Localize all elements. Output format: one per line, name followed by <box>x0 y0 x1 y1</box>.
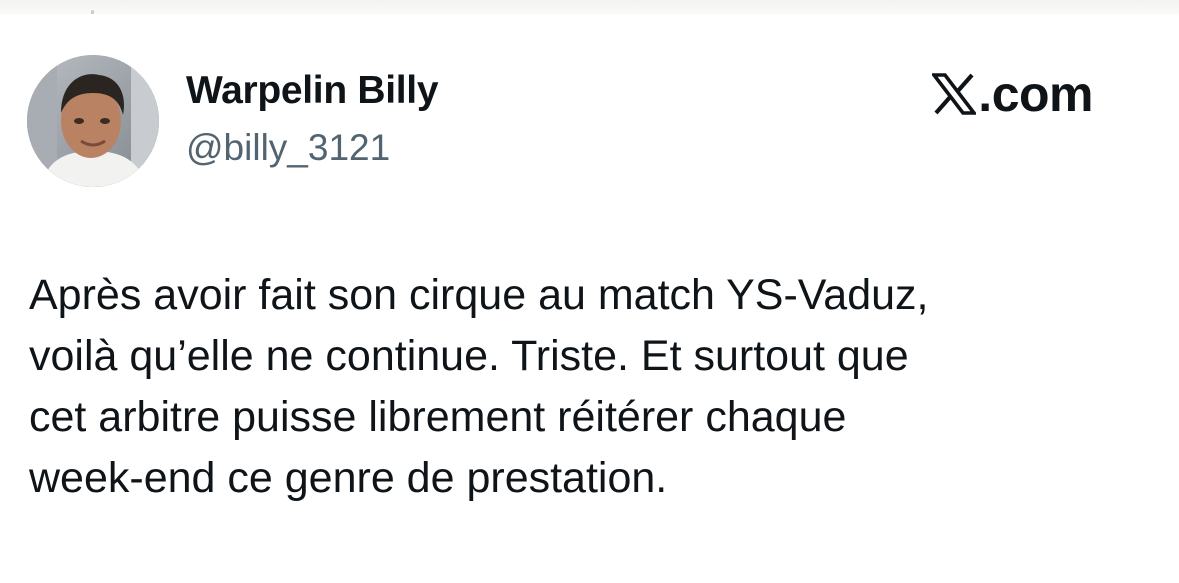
tweet-text: Après avoir fait son cirque au match YS-… <box>29 265 1139 509</box>
top-strip <box>0 0 1179 14</box>
tweet-line: cet arbitre puisse librement réitérer ch… <box>29 393 847 441</box>
tweet-line: Après avoir fait son cirque au match YS-… <box>29 271 929 319</box>
brand-mark: .com <box>932 69 1093 119</box>
tweet-line: voilà qu’elle ne continue. Triste. Et su… <box>29 332 909 380</box>
tweet-card: Warpelin Billy @billy_3121 .com Après av… <box>0 14 1179 583</box>
x-logo-icon <box>932 73 977 115</box>
brand-domain: .com <box>978 66 1093 122</box>
tweet-line: week-end ce genre de prestation. <box>29 454 668 502</box>
user-handle[interactable]: @billy_3121 <box>186 127 390 169</box>
display-name[interactable]: Warpelin Billy <box>186 69 439 113</box>
avatar[interactable] <box>27 55 159 187</box>
avatar-photo <box>27 55 159 187</box>
